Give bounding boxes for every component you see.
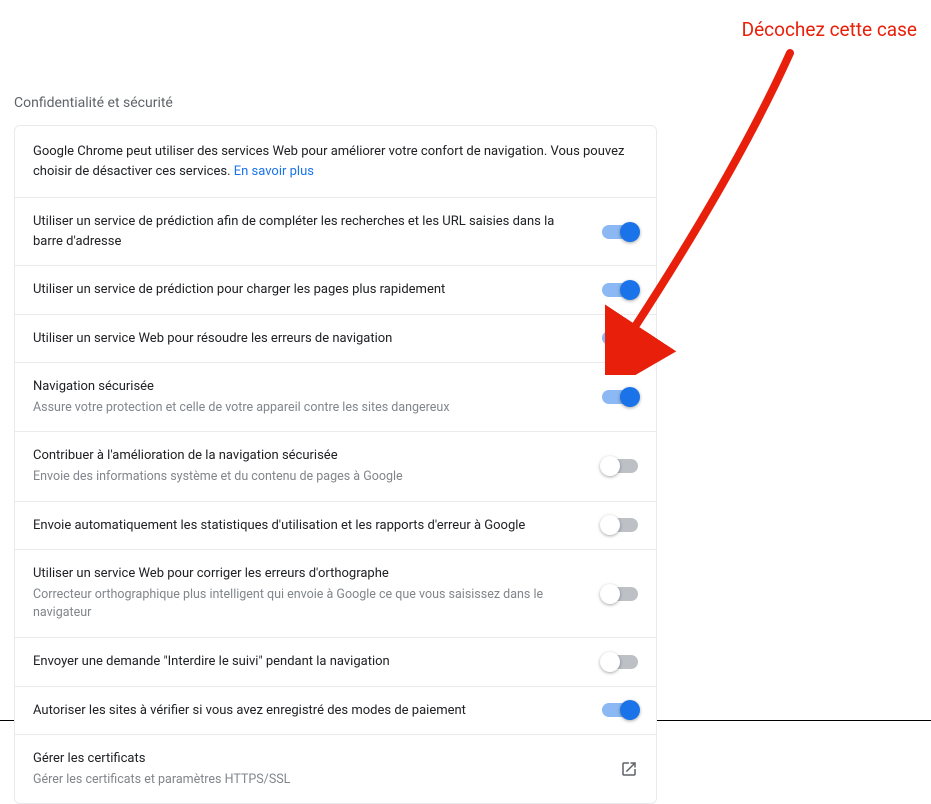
setting-text: Gérer les certificats Gérer les certific… — [33, 749, 620, 789]
setting-text: Contribuer à l'amélioration de la naviga… — [33, 446, 602, 486]
setting-row-certificates[interactable]: Gérer les certificats Gérer les certific… — [15, 735, 656, 803]
setting-title: Navigation sécurisée — [33, 377, 586, 397]
toggle-prediction-load[interactable] — [602, 283, 638, 297]
setting-text: Utiliser un service de prédiction pour c… — [33, 280, 602, 300]
setting-title: Gérer les certificats — [33, 749, 604, 769]
setting-title: Autoriser les sites à vérifier si vous a… — [33, 701, 586, 721]
toggle-knob — [600, 584, 620, 604]
learn-more-link[interactable]: En savoir plus — [234, 164, 314, 179]
setting-title: Utiliser un service Web pour résoudre le… — [33, 329, 586, 349]
setting-row-prediction-url: Utiliser un service de prédiction afin d… — [15, 198, 656, 266]
setting-row-spellcheck: Utiliser un service Web pour corriger le… — [15, 550, 656, 638]
setting-text: Utiliser un service de prédiction afin d… — [33, 212, 602, 251]
setting-row-usage-stats: Envoie automatiquement les statistiques … — [15, 502, 656, 551]
intro-text: Google Chrome peut utiliser des services… — [33, 144, 624, 179]
setting-text: Envoie automatiquement les statistiques … — [33, 516, 602, 536]
setting-title: Utiliser un service de prédiction afin d… — [33, 212, 586, 251]
setting-title: Envoie automatiquement les statistiques … — [33, 516, 586, 536]
setting-title: Contribuer à l'amélioration de la naviga… — [33, 446, 586, 466]
setting-subtitle: Assure votre protection et celle de votr… — [33, 399, 586, 418]
setting-row-prediction-load: Utiliser un service de prédiction pour c… — [15, 266, 656, 315]
setting-row-safe-browsing: Navigation sécurisée Assure votre protec… — [15, 363, 656, 432]
toggle-improve-safe-browsing[interactable] — [602, 459, 638, 473]
intro-text-row: Google Chrome peut utiliser des services… — [15, 126, 656, 198]
toggle-spellcheck[interactable] — [602, 587, 638, 601]
toggle-nav-errors[interactable] — [602, 331, 638, 345]
toggle-knob — [620, 280, 640, 300]
setting-row-do-not-track: Envoyer une demande "Interdire le suivi"… — [15, 638, 656, 687]
toggle-knob — [600, 652, 620, 672]
setting-subtitle: Gérer les certificats et paramètres HTTP… — [33, 771, 604, 790]
toggle-knob — [620, 222, 640, 242]
toggle-prediction-url[interactable] — [602, 225, 638, 239]
setting-row-nav-errors: Utiliser un service Web pour résoudre le… — [15, 315, 656, 364]
toggle-knob — [600, 456, 620, 476]
toggle-usage-stats[interactable] — [602, 518, 638, 532]
toggle-knob — [620, 700, 640, 720]
setting-text: Utiliser un service Web pour résoudre le… — [33, 329, 602, 349]
privacy-security-panel: Google Chrome peut utiliser des services… — [14, 125, 657, 804]
toggle-knob — [600, 515, 620, 535]
setting-title: Envoyer une demande "Interdire le suivi"… — [33, 652, 586, 672]
setting-text: Envoyer une demande "Interdire le suivi"… — [33, 652, 602, 672]
toggle-safe-browsing[interactable] — [602, 390, 638, 404]
setting-text: Autoriser les sites à vérifier si vous a… — [33, 701, 602, 721]
toggle-do-not-track[interactable] — [602, 655, 638, 669]
external-link-icon[interactable] — [620, 760, 638, 778]
setting-subtitle: Correcteur orthographique plus intellige… — [33, 586, 586, 624]
setting-text: Utiliser un service Web pour corriger le… — [33, 564, 602, 623]
section-title: Confidentialité et sécurité — [14, 95, 173, 111]
annotation-label: Décochez cette case — [742, 18, 917, 41]
setting-subtitle: Envoie des informations système et du co… — [33, 468, 586, 487]
setting-title: Utiliser un service Web pour corriger le… — [33, 564, 586, 584]
toggle-knob — [620, 328, 640, 348]
toggle-knob — [620, 387, 640, 407]
setting-text: Navigation sécurisée Assure votre protec… — [33, 377, 602, 417]
setting-row-improve-safe-browsing: Contribuer à l'amélioration de la naviga… — [15, 432, 656, 501]
toggle-payment-check[interactable] — [602, 703, 638, 717]
setting-title: Utiliser un service de prédiction pour c… — [33, 280, 586, 300]
setting-row-payment-check: Autoriser les sites à vérifier si vous a… — [15, 687, 656, 736]
